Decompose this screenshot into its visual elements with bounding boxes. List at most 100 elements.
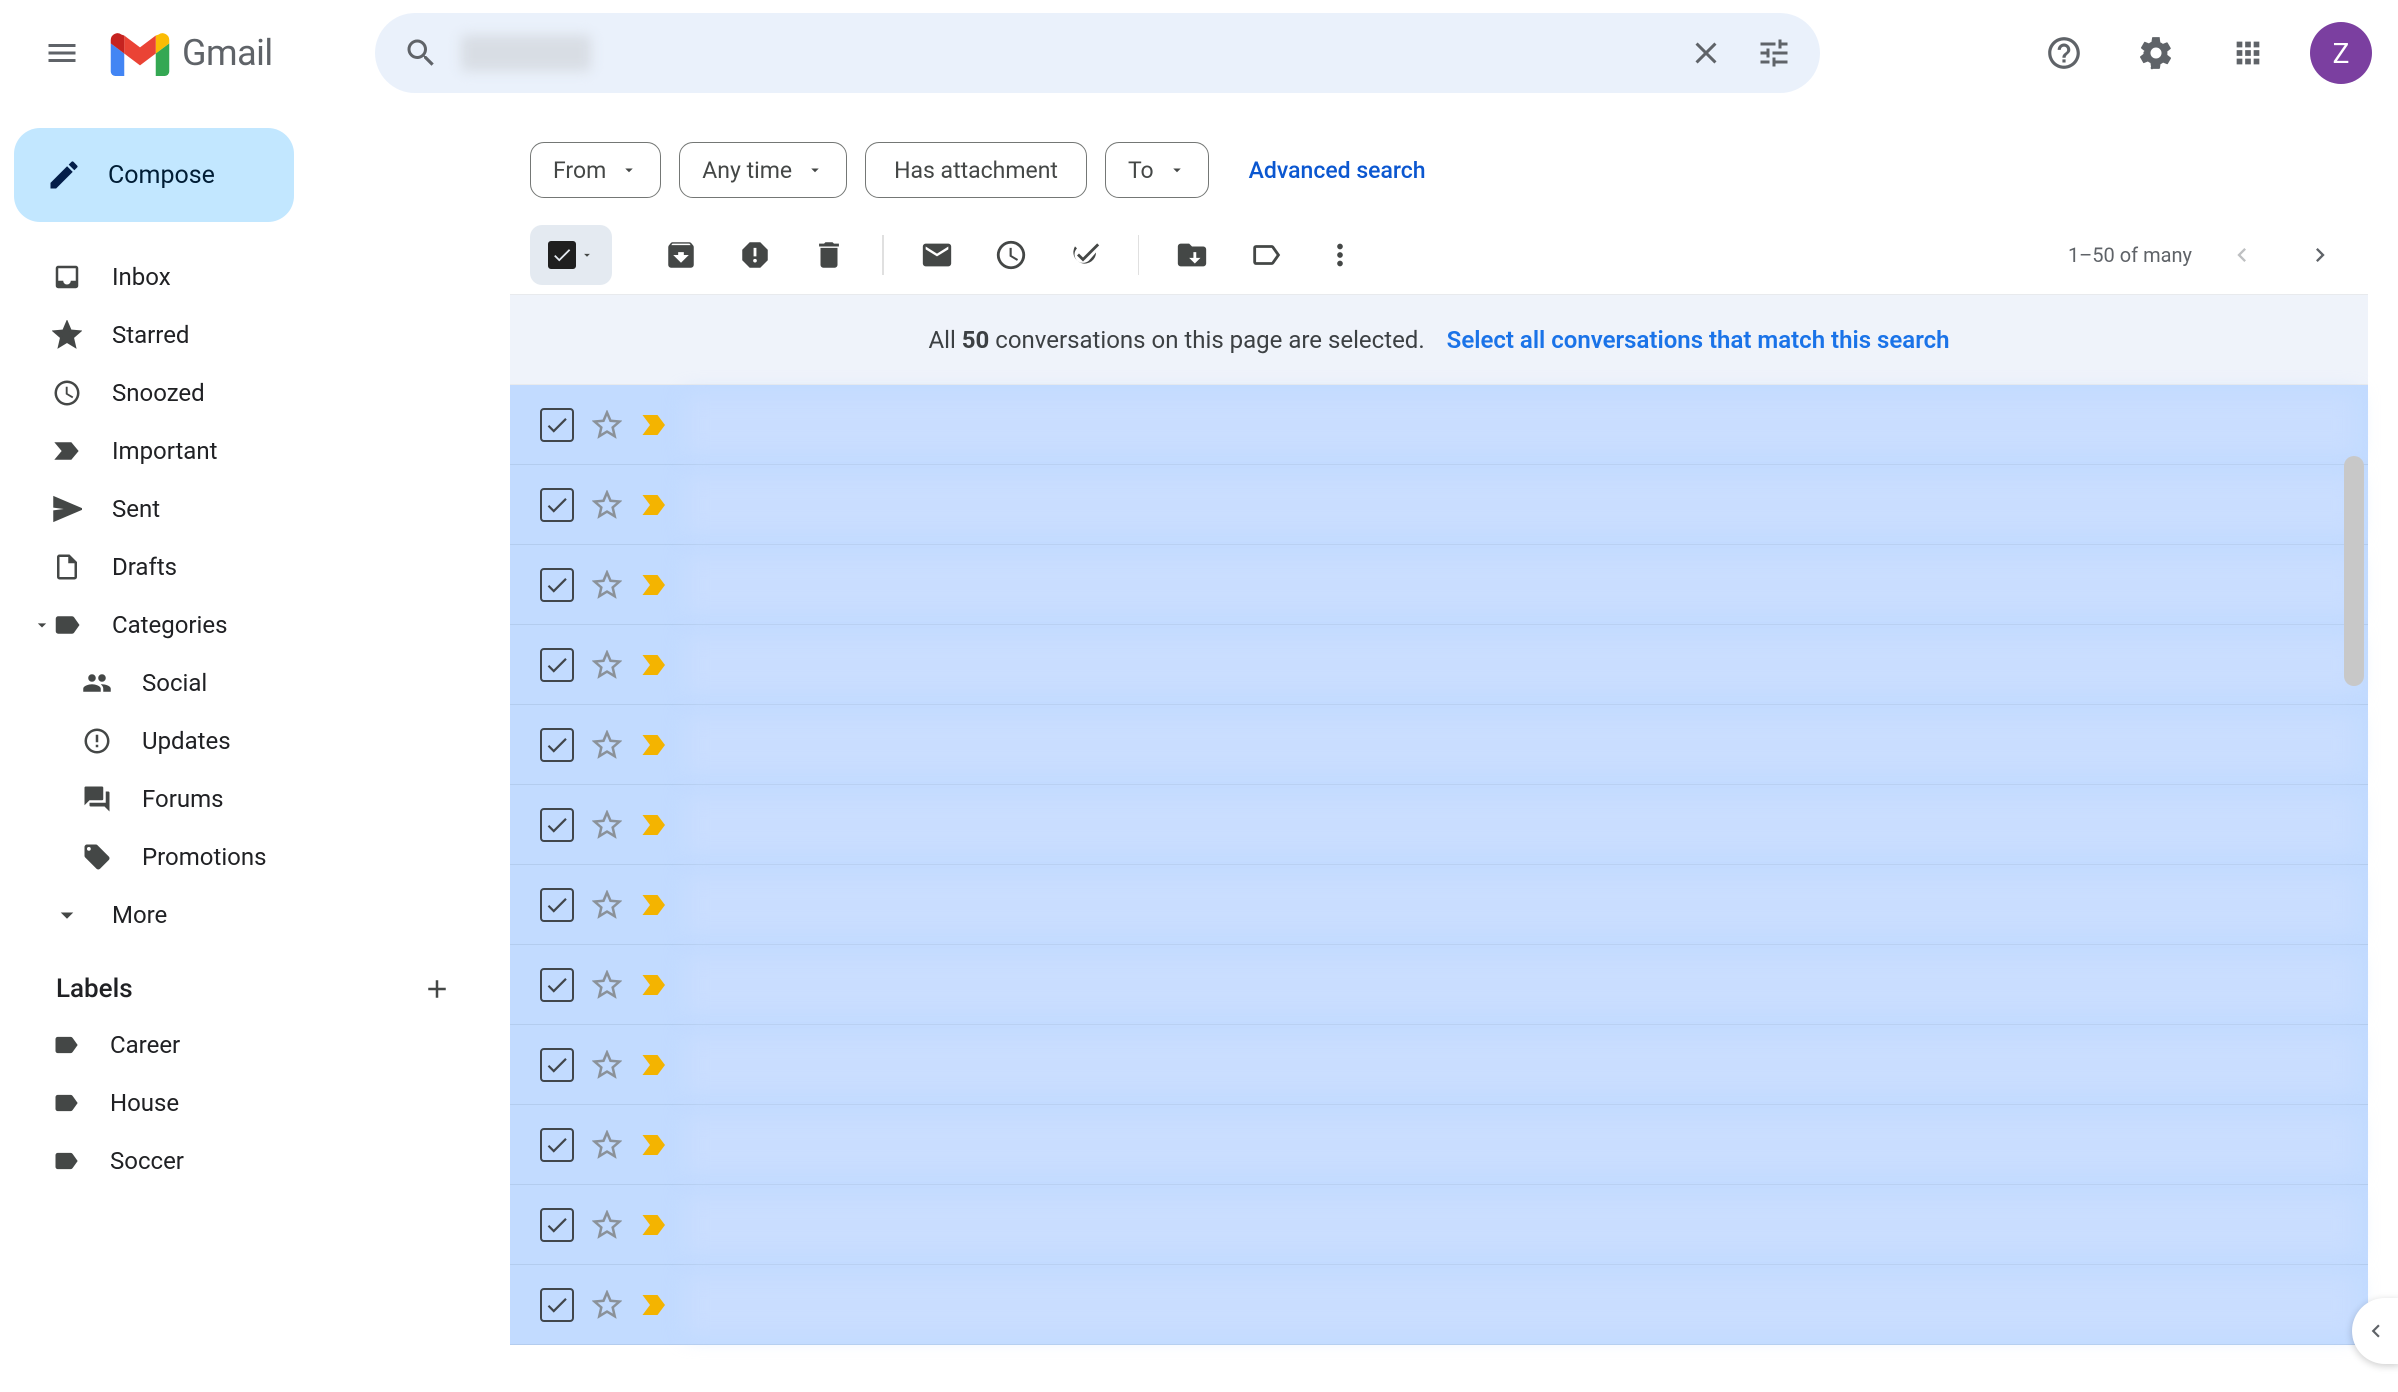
row-star-button[interactable] <box>590 1208 624 1242</box>
row-checkbox[interactable] <box>540 1208 574 1242</box>
google-apps-button[interactable] <box>2218 23 2278 83</box>
row-importance-marker[interactable] <box>640 1292 670 1318</box>
row-importance-marker[interactable] <box>640 892 670 918</box>
nav-label: Starred <box>112 321 189 349</box>
main-menu-button[interactable] <box>26 17 98 89</box>
label-item-career[interactable]: Career <box>14 1016 480 1074</box>
row-importance-marker[interactable] <box>640 812 670 838</box>
account-avatar[interactable]: Z <box>2310 22 2372 84</box>
mark-unread-button[interactable] <box>902 225 972 285</box>
row-star-button[interactable] <box>590 968 624 1002</box>
row-content-redacted <box>686 715 2356 775</box>
row-importance-marker[interactable] <box>640 972 670 998</box>
nav-social[interactable]: Social <box>14 654 480 712</box>
row-star-button[interactable] <box>590 888 624 922</box>
delete-button[interactable] <box>794 225 864 285</box>
row-importance-marker[interactable] <box>640 492 670 518</box>
nav-starred[interactable]: Starred <box>14 306 480 364</box>
next-page-button[interactable] <box>2292 227 2348 283</box>
chip-any-time[interactable]: Any time <box>679 142 847 198</box>
row-star-button[interactable] <box>590 728 624 762</box>
row-star-button[interactable] <box>590 648 624 682</box>
row-checkbox[interactable] <box>540 568 574 602</box>
chip-has-attachment[interactable]: Has attachment <box>865 142 1087 198</box>
search-options-button[interactable] <box>1746 25 1802 81</box>
nav-sent[interactable]: Sent <box>14 480 480 538</box>
row-content-redacted <box>686 1275 2356 1335</box>
move-to-button[interactable] <box>1157 225 1227 285</box>
nav-snoozed[interactable]: Snoozed <box>14 364 480 422</box>
row-importance-marker[interactable] <box>640 1212 670 1238</box>
row-importance-marker[interactable] <box>640 652 670 678</box>
row-importance-marker[interactable] <box>640 1052 670 1078</box>
row-checkbox[interactable] <box>540 728 574 762</box>
row-star-button[interactable] <box>590 568 624 602</box>
row-checkbox[interactable] <box>540 888 574 922</box>
report-spam-button[interactable] <box>720 225 790 285</box>
select-all-control[interactable] <box>530 225 612 285</box>
nav-inbox[interactable]: Inbox <box>14 248 480 306</box>
row-importance-marker[interactable] <box>640 732 670 758</box>
mail-row[interactable] <box>510 1105 2368 1185</box>
gmail-logo-wrap[interactable]: Gmail <box>110 31 273 76</box>
support-button[interactable] <box>2034 23 2094 83</box>
mail-row[interactable] <box>510 1025 2368 1105</box>
toolbar-separator <box>882 235 884 275</box>
row-checkbox[interactable] <box>540 648 574 682</box>
compose-button[interactable]: Compose <box>14 128 294 222</box>
search-button[interactable] <box>393 25 449 81</box>
mail-row[interactable] <box>510 865 2368 945</box>
row-checkbox[interactable] <box>540 1048 574 1082</box>
row-checkbox[interactable] <box>540 808 574 842</box>
nav-categories[interactable]: Categories <box>14 596 480 654</box>
row-checkbox[interactable] <box>540 968 574 1002</box>
scrollbar-thumb[interactable] <box>2344 456 2364 686</box>
mail-row[interactable] <box>510 705 2368 785</box>
clear-search-button[interactable] <box>1678 25 1734 81</box>
mail-row[interactable] <box>510 385 2368 465</box>
settings-button[interactable] <box>2126 23 2186 83</box>
archive-button[interactable] <box>646 225 716 285</box>
nav-label: Drafts <box>112 553 177 581</box>
more-actions-button[interactable] <box>1305 225 1375 285</box>
mail-row[interactable] <box>510 945 2368 1025</box>
label-item-soccer[interactable]: Soccer <box>14 1132 480 1190</box>
add-to-tasks-button[interactable] <box>1050 225 1120 285</box>
prev-page-button[interactable] <box>2214 227 2270 283</box>
row-star-button[interactable] <box>590 488 624 522</box>
help-icon <box>2045 34 2083 72</box>
row-checkbox[interactable] <box>540 1288 574 1322</box>
row-checkbox[interactable] <box>540 488 574 522</box>
row-star-button[interactable] <box>590 1288 624 1322</box>
mail-row[interactable] <box>510 625 2368 705</box>
row-star-button[interactable] <box>590 1048 624 1082</box>
mail-row[interactable] <box>510 465 2368 545</box>
row-importance-marker[interactable] <box>640 412 670 438</box>
nav-more[interactable]: More <box>14 886 480 944</box>
chip-to[interactable]: To <box>1105 142 1209 198</box>
chip-from[interactable]: From <box>530 142 661 198</box>
row-star-button[interactable] <box>590 808 624 842</box>
label-item-house[interactable]: House <box>14 1074 480 1132</box>
mail-row[interactable] <box>510 1265 2368 1345</box>
nav-promotions[interactable]: Promotions <box>14 828 480 886</box>
snooze-button[interactable] <box>976 225 1046 285</box>
add-label-button[interactable] <box>422 974 452 1004</box>
row-importance-marker[interactable] <box>640 1132 670 1158</box>
nav-updates[interactable]: Updates <box>14 712 480 770</box>
row-checkbox[interactable] <box>540 408 574 442</box>
nav-drafts[interactable]: Drafts <box>14 538 480 596</box>
chevron-left-icon <box>2363 1318 2389 1344</box>
nav-important[interactable]: Important <box>14 422 480 480</box>
mail-row[interactable] <box>510 545 2368 625</box>
mail-row[interactable] <box>510 1185 2368 1265</box>
row-star-button[interactable] <box>590 1128 624 1162</box>
advanced-search-link[interactable]: Advanced search <box>1249 157 1426 184</box>
nav-forums[interactable]: Forums <box>14 770 480 828</box>
select-all-matching-link[interactable]: Select all conversations that match this… <box>1447 326 1950 354</box>
labels-button[interactable] <box>1231 225 1301 285</box>
row-importance-marker[interactable] <box>640 572 670 598</box>
row-star-button[interactable] <box>590 408 624 442</box>
row-checkbox[interactable] <box>540 1128 574 1162</box>
mail-row[interactable] <box>510 785 2368 865</box>
